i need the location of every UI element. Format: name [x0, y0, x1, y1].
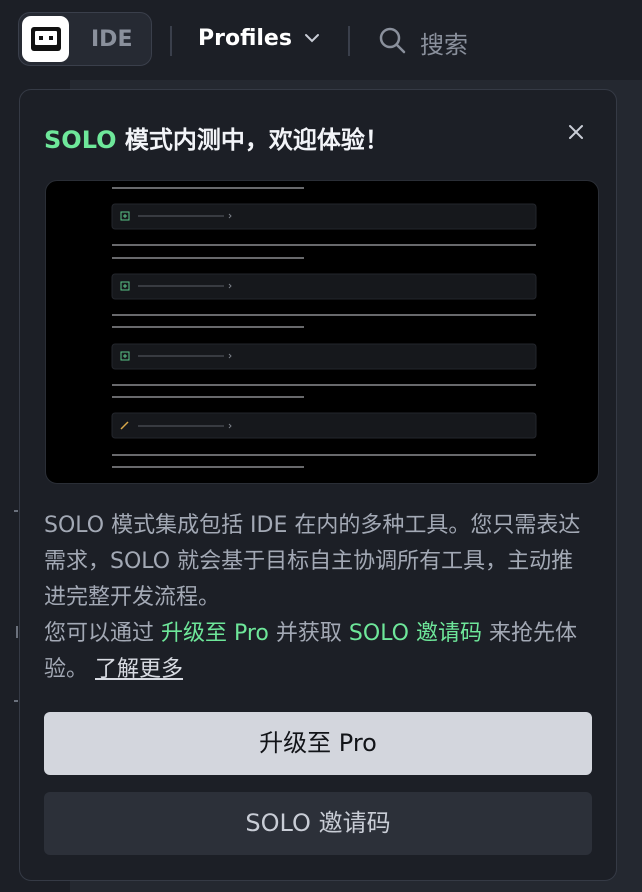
title-text: 模式内测中，欢迎体验！: [116, 126, 389, 154]
solo-invite-code-button[interactable]: SOLO 邀请码: [44, 792, 592, 855]
profiles-dropdown[interactable]: Profiles: [198, 26, 292, 51]
popover-description: SOLO 模式集成包括 IDE 在内的多种工具。您只需表达需求，SOLO 就会基…: [44, 508, 594, 688]
chevron-down-icon[interactable]: [304, 32, 320, 44]
close-icon[interactable]: [564, 120, 588, 144]
background-mark: [16, 626, 18, 638]
description-paragraph-1: SOLO 模式集成包括 IDE 在内的多种工具。您只需表达需求，SOLO 就会基…: [44, 513, 581, 610]
invite-code-highlight: SOLO 邀请码: [348, 621, 482, 646]
background-mark: [14, 510, 18, 512]
top-bar: IDE Profiles 搜索: [0, 0, 642, 82]
description-paragraph-2: 您可以通过 升级至 Pro 并获取 SOLO 邀请码 来抢先体验。 了解更多: [44, 616, 594, 688]
search-icon[interactable]: [378, 26, 406, 54]
mode-label[interactable]: IDE: [91, 27, 132, 52]
divider: [348, 26, 350, 56]
upgrade-highlight: 升级至 Pro: [161, 621, 269, 646]
learn-more-link[interactable]: 了解更多: [95, 657, 183, 682]
search-input[interactable]: 搜索: [420, 25, 468, 60]
divider: [170, 26, 172, 56]
upgrade-pro-button[interactable]: 升级至 Pro: [44, 712, 592, 775]
preview-image: [45, 180, 599, 484]
solo-promo-popover: SOLO 模式内测中，欢迎体验！ SOLO 模式集成包括 IDE 在内的多种工具…: [19, 89, 617, 881]
description-text: 您可以通过: [44, 621, 161, 646]
mode-toggle[interactable]: IDE: [18, 12, 152, 66]
ide-mode-icon[interactable]: [22, 16, 69, 62]
preview-illustration: [111, 187, 537, 468]
popover-title: SOLO 模式内测中，欢迎体验！: [44, 120, 389, 155]
title-accent: SOLO: [44, 126, 117, 154]
description-text: 并获取: [268, 621, 349, 646]
background-mark: [14, 700, 18, 702]
